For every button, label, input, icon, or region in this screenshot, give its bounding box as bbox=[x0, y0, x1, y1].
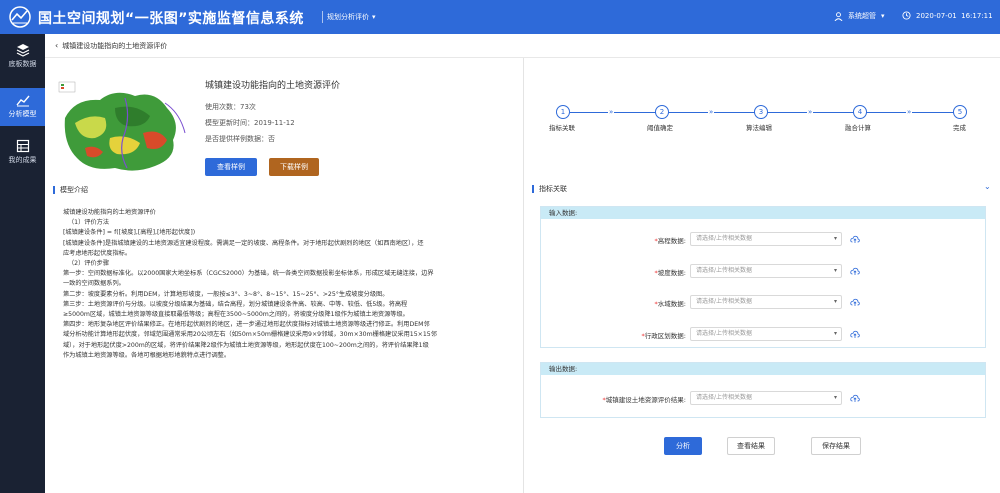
sidebar-item-my-results[interactable]: 我的成果 bbox=[0, 134, 45, 172]
clock: 2020-07-01 16:17:11 bbox=[902, 11, 993, 20]
download-sample-button[interactable]: 下载样例 bbox=[269, 158, 319, 176]
save-result-button[interactable]: 保存结果 bbox=[811, 437, 861, 455]
intro-line: 第四步：地形复杂地区评价结果修正。在地形起伏剧烈的地区，进一步通过地形起伏度指标… bbox=[63, 321, 430, 329]
output-result-label: *城镇建设土地资源评价结果: bbox=[602, 396, 686, 404]
user-menu[interactable]: 系统超管 ▾ bbox=[834, 11, 885, 21]
intro-line: （2）评价步骤 bbox=[68, 260, 110, 268]
slope-label: *坡度数据: bbox=[654, 269, 686, 277]
view-result-button[interactable]: 查看结果 bbox=[727, 437, 775, 455]
logo-icon bbox=[9, 6, 31, 28]
admin-division-select[interactable]: 请选择/上传相关数据 ▾ bbox=[690, 327, 842, 341]
analyze-button[interactable]: 分析 bbox=[664, 437, 702, 455]
step-2-circle[interactable]: 2 bbox=[655, 105, 669, 119]
module-label: 规划分析评价 bbox=[327, 13, 369, 21]
chevron-right-icon: » bbox=[807, 108, 814, 116]
intro-line: [城镇建设条件]是指城镇建设的土地资源适宜建设程度。需满足一定的坡度、高程条件。… bbox=[63, 239, 424, 247]
intro-line: 域分析功能计算地形起伏度，邻域范围通常采用20公顷左右（如50m×50m栅格建议… bbox=[63, 331, 437, 339]
intro-line: 应考虑地形起伏度指标。 bbox=[63, 249, 132, 257]
user-icon bbox=[834, 11, 843, 21]
admin-division-label: *行政区划数据: bbox=[641, 332, 686, 340]
sidebar-item-label: 我的成果 bbox=[8, 156, 37, 164]
step-3-circle[interactable]: 3 bbox=[754, 105, 768, 119]
workflow-pane: » » » » 1 2 3 4 5 指标关联 阈值确定 算法编辑 融合计算 完成… bbox=[523, 58, 1000, 493]
step-1-label: 指标关联 bbox=[549, 124, 575, 132]
chevron-right-icon: » bbox=[608, 108, 615, 116]
step-3-label: 算法编辑 bbox=[746, 124, 772, 132]
breadcrumb: ‹ 城镇建设功能指向的土地资源评价 bbox=[45, 34, 1000, 58]
intro-line: 城镇建设功能指向的土地资源评价 bbox=[63, 209, 156, 216]
intro-line: 作为城镇土地资源等级。各地可根据地形地貌特点进行调整。 bbox=[63, 351, 231, 359]
chevron-right-icon: » bbox=[906, 108, 913, 116]
intro-line: 一致的空间数据系列。 bbox=[63, 280, 125, 288]
step-1-circle[interactable]: 1 bbox=[556, 105, 570, 119]
step-4-label: 融合计算 bbox=[845, 124, 871, 132]
elevation-select[interactable]: 请选择/上传相关数据 ▾ bbox=[690, 232, 842, 246]
sidebar-item-analysis-model[interactable]: 分析模型 bbox=[0, 88, 45, 126]
intro-line: ≥5000m区域，城镇土地资源等级直接取最低等级；高程在3500~5000m之间… bbox=[63, 311, 409, 319]
water-label: *水域数据: bbox=[654, 300, 686, 308]
step-5-label: 完成 bbox=[953, 124, 966, 132]
chevron-down-icon: ▾ bbox=[881, 12, 885, 20]
model-title: 城镇建设功能指向的土地资源评价 bbox=[205, 81, 341, 91]
step-4-circle[interactable]: 4 bbox=[853, 105, 867, 119]
upload-cloud-icon[interactable] bbox=[850, 297, 860, 307]
input-panel-heading: 输入数据: bbox=[541, 207, 985, 219]
collapse-chevron-icon[interactable]: ⌄ bbox=[984, 182, 991, 191]
intro-text: 城镇建设功能指向的土地资源评价 （1）评价方法 [城镇建设条件] = f([坡度… bbox=[63, 208, 503, 361]
chevron-down-icon: ▾ bbox=[372, 13, 376, 21]
intro-line: [城镇建设条件] = f([坡度],[高程],[地形起伏度]) bbox=[63, 229, 196, 237]
model-thumbnail-map bbox=[55, 78, 188, 178]
datetime-text: 2020-07-01 16:17:11 bbox=[916, 11, 993, 20]
water-select[interactable]: 请选择/上传相关数据 ▾ bbox=[690, 295, 842, 309]
intro-line: 域），对于地形起伏度>200m的区域，将评价结果降2级作为城镇土地资源等级，地形… bbox=[63, 341, 429, 349]
app-title: 国土空间规划“一张图”实施监督信息系统 bbox=[38, 11, 304, 27]
intro-line: （1）评价方法 bbox=[68, 219, 110, 227]
step-progress: » » » » 1 2 3 4 5 指标关联 阈值确定 算法编辑 融合计算 完成 bbox=[524, 58, 1000, 138]
clock-icon bbox=[902, 11, 911, 20]
sidebar-item-label: 底板数据 bbox=[8, 60, 37, 68]
title-divider bbox=[322, 11, 323, 23]
model-sample-flag: 是否提供样例数据：否 bbox=[205, 135, 275, 143]
intro-heading: 模型介绍 bbox=[53, 186, 88, 194]
model-usage: 使用次数：73次 bbox=[205, 103, 256, 111]
layers-icon bbox=[16, 44, 29, 57]
module-selector[interactable]: 规划分析评价 ▾ bbox=[327, 12, 376, 22]
view-sample-button[interactable]: 查看样例 bbox=[205, 158, 257, 176]
upload-cloud-icon[interactable] bbox=[850, 234, 860, 244]
step-2-label: 阈值确定 bbox=[647, 124, 673, 132]
chart-icon bbox=[15, 95, 30, 107]
top-bar: 国土空间规划“一张图”实施监督信息系统 规划分析评价 ▾ 系统超管 ▾ 2020… bbox=[0, 0, 1000, 34]
elevation-label: *高程数据: bbox=[654, 237, 686, 245]
intro-line: 第三步：土地资源评价与分级。以坡度分级结果为基础，结合高程，划分城镇建设条件高、… bbox=[63, 300, 408, 308]
slope-select[interactable]: 请选择/上传相关数据 ▾ bbox=[690, 264, 842, 278]
sidebar: 底板数据 分析模型 我的成果 bbox=[0, 34, 45, 493]
output-panel-heading: 输出数据: bbox=[541, 363, 985, 375]
output-result-select[interactable]: 请选择/上传相关数据 ▾ bbox=[690, 391, 842, 405]
breadcrumb-label[interactable]: 城镇建设功能指向的土地资源评价 bbox=[62, 41, 167, 51]
indicator-heading: 指标关联 bbox=[532, 185, 567, 193]
sidebar-item-base-data[interactable]: 底板数据 bbox=[0, 38, 45, 76]
back-arrow-icon[interactable]: ‹ bbox=[55, 41, 58, 50]
sidebar-item-label: 分析模型 bbox=[8, 110, 37, 118]
upload-cloud-icon[interactable] bbox=[850, 393, 860, 403]
intro-line: 第一步：空间数据标准化。以2000国家大地坐标系（CGCS2000）为基础，统一… bbox=[63, 270, 434, 278]
intro-line: 第二步：坡度要素分析。利用DEM，计算地形坡度，一般按≤3°、3~8°、8~15… bbox=[63, 290, 389, 298]
model-info-pane: 城镇建设功能指向的土地资源评价 使用次数：73次 模型更新时间：2019-11-… bbox=[45, 58, 522, 493]
model-updated: 模型更新时间：2019-11-12 bbox=[205, 119, 295, 127]
upload-cloud-icon[interactable] bbox=[850, 329, 860, 339]
step-5-circle[interactable]: 5 bbox=[953, 105, 967, 119]
user-label: 系统超管 bbox=[848, 12, 876, 20]
grid-icon bbox=[16, 139, 29, 153]
output-data-panel: 输出数据: bbox=[540, 362, 986, 418]
chevron-right-icon: » bbox=[708, 108, 715, 116]
upload-cloud-icon[interactable] bbox=[850, 266, 860, 276]
